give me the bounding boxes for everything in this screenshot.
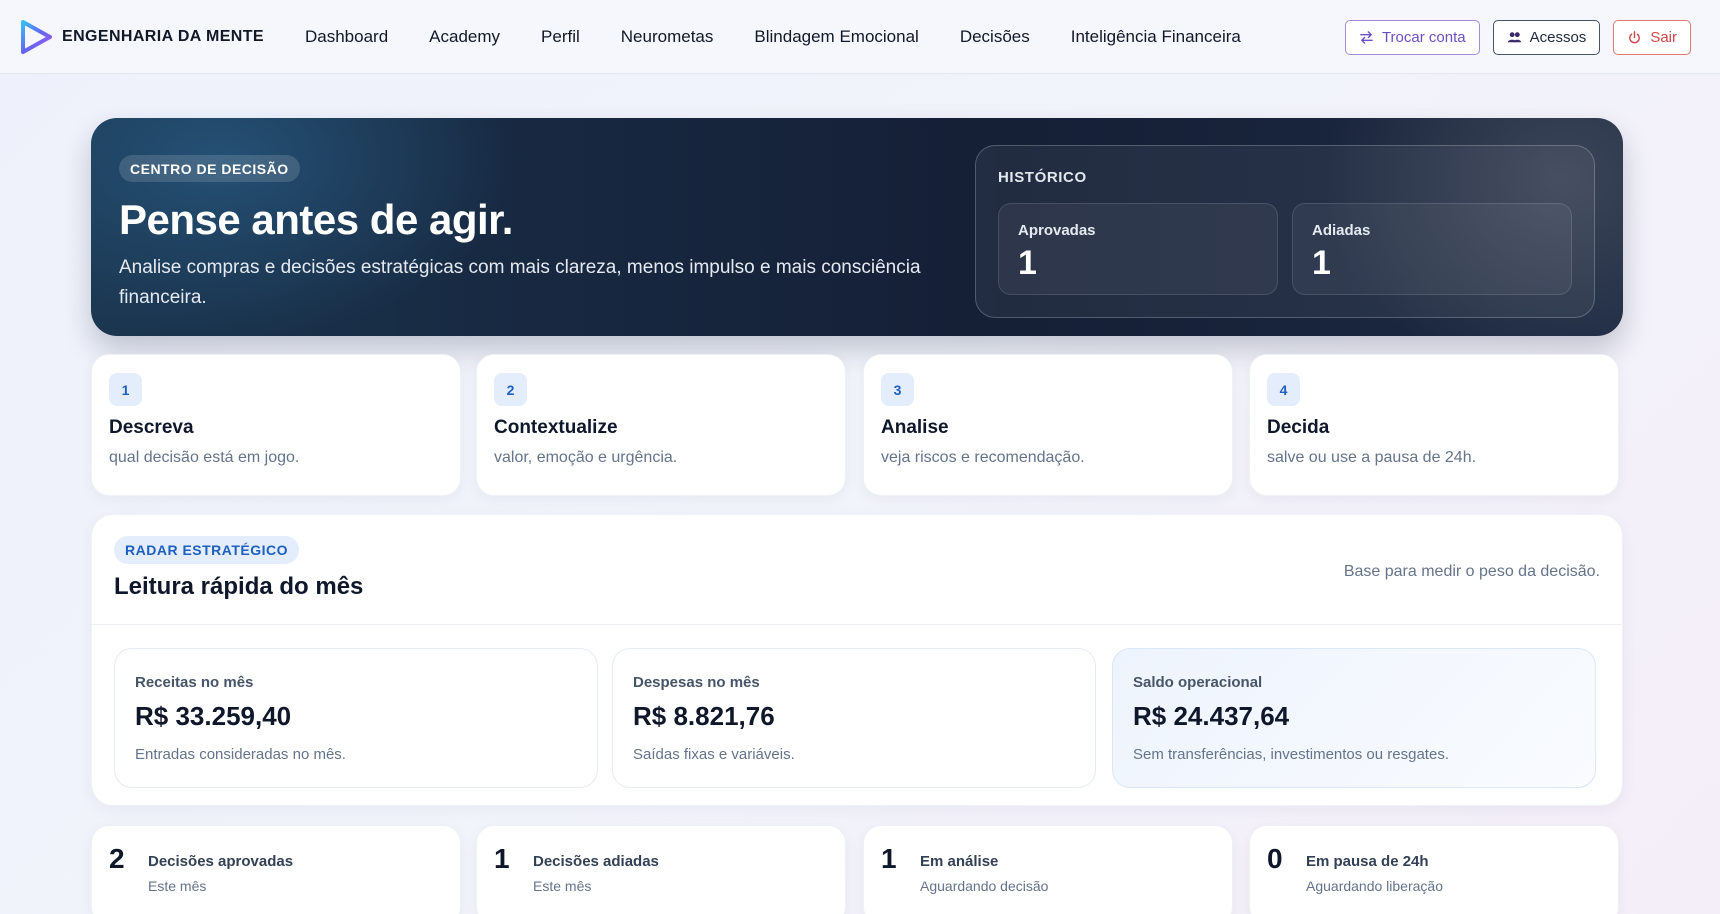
metric-description: Sem transferências, investimentos ou res… (1133, 746, 1449, 763)
stat-number: 1 (881, 843, 897, 874)
metric-value: R$ 33.259,40 (135, 701, 292, 731)
step-title: Analise (881, 417, 949, 438)
hero-title: Pense antes de agir. (119, 196, 513, 243)
metric-card-income: Receitas no mês R$ 33.259,40 Entradas co… (114, 648, 598, 788)
nav-dashboard[interactable]: Dashboard (305, 27, 388, 47)
hero-badge: CENTRO DE DECISÃO (119, 155, 300, 182)
nav-decisoes[interactable]: Decisões (960, 27, 1030, 47)
step-number: 3 (881, 373, 914, 406)
history-approved-label: Aprovadas (1018, 222, 1096, 239)
radar-note: Base para medir o peso da decisão. (1343, 563, 1600, 580)
stat-subtitle: Este mês (533, 878, 592, 894)
strategic-radar: RADAR ESTRATÉGICO Leitura rápida do mês … (91, 514, 1623, 806)
metric-card-expenses: Despesas no mês R$ 8.821,76 Saídas fixas… (612, 648, 1096, 788)
history-approved-value: 1 (1018, 244, 1037, 282)
users-icon (1507, 32, 1521, 43)
step-card: 3 Analise veja riscos e recomendação. (863, 354, 1233, 496)
play-logo-icon (21, 20, 52, 54)
stat-subtitle: Aguardando decisão (920, 878, 1049, 894)
radar-header: RADAR ESTRATÉGICO Leitura rápida do mês … (92, 515, 1622, 625)
power-icon (1629, 31, 1641, 44)
history-postponed-card: Adiadas 1 (1292, 203, 1572, 295)
switch-account-label: Trocar conta (1381, 29, 1466, 46)
step-description: veja riscos e recomendação. (881, 449, 1085, 466)
step-card: 4 Decida salve ou use a pausa de 24h. (1249, 354, 1619, 496)
top-navbar: ENGENHARIA DA MENTE Dashboard Academy Pe… (0, 0, 1720, 74)
swap-icon (1360, 31, 1373, 44)
metric-description: Entradas consideradas no mês. (135, 746, 346, 763)
metric-label: Receitas no mês (135, 674, 254, 691)
brand[interactable]: ENGENHARIA DA MENTE (18, 18, 264, 56)
metric-value: R$ 24.437,64 (1133, 701, 1290, 731)
metric-label: Saldo operacional (1133, 674, 1263, 691)
hero-subtitle: Analise compras e decisões estratégicas … (119, 257, 921, 308)
access-button[interactable]: Acessos (1492, 20, 1601, 55)
logout-button[interactable]: Sair (1613, 20, 1691, 55)
decision-center-hero: CENTRO DE DECISÃO Pense antes de agir. A… (91, 118, 1623, 336)
radar-badge: RADAR ESTRATÉGICO (114, 536, 300, 564)
stat-number: 0 (1267, 843, 1283, 874)
stat-label: Em análise (920, 853, 999, 870)
step-card: 1 Descreva qual decisão está em jogo. (91, 354, 461, 496)
step-title: Decida (1267, 417, 1330, 438)
brand-name: ENGENHARIA DA MENTE (62, 28, 264, 45)
stat-number: 1 (494, 843, 510, 874)
history-label: HISTÓRICO (998, 169, 1087, 186)
nav-academy[interactable]: Academy (429, 27, 500, 47)
step-title: Descreva (109, 417, 194, 438)
main-nav: Dashboard Academy Perfil Neurometas Blin… (305, 0, 1282, 74)
switch-account-button[interactable]: Trocar conta (1344, 20, 1480, 55)
nav-actions: Trocar conta Acessos Sair (1344, 20, 1691, 55)
history-postponed-value: 1 (1312, 244, 1331, 282)
step-title: Contextualize (494, 417, 618, 438)
stat-card-in-analysis: 1 Em análise Aguardando decisão (863, 825, 1233, 914)
nav-perfil[interactable]: Perfil (541, 27, 580, 47)
nav-inteligencia-financeira[interactable]: Inteligência Financeira (1071, 27, 1241, 47)
stat-card-approved: 2 Decisões aprovadas Este mês (91, 825, 461, 914)
nav-neurometas[interactable]: Neurometas (621, 27, 714, 47)
nav-blindagem-emocional[interactable]: Blindagem Emocional (754, 27, 918, 47)
history-approved-card: Aprovadas 1 (998, 203, 1278, 295)
history-panel: HISTÓRICO Aprovadas 1 Adiadas 1 (975, 145, 1595, 318)
step-number: 4 (1267, 373, 1300, 406)
stat-label: Em pausa de 24h (1306, 853, 1429, 870)
step-description: salve ou use a pausa de 24h. (1267, 449, 1477, 466)
metric-card-balance: Saldo operacional R$ 24.437,64 Sem trans… (1112, 648, 1596, 788)
stat-number: 2 (109, 843, 125, 874)
stat-subtitle: Aguardando liberação (1306, 878, 1443, 894)
radar-title: Leitura rápida do mês (114, 573, 364, 600)
step-number: 2 (494, 373, 527, 406)
step-description: valor, emoção e urgência. (494, 449, 678, 466)
logout-label: Sair (1650, 29, 1677, 46)
stat-label: Decisões adiadas (533, 853, 659, 870)
stat-subtitle: Este mês (148, 878, 207, 894)
stat-card-paused: 0 Em pausa de 24h Aguardando liberação (1249, 825, 1619, 914)
stat-card-postponed: 1 Decisões adiadas Este mês (476, 825, 846, 914)
access-label: Acessos (1529, 29, 1587, 46)
metric-label: Despesas no mês (633, 674, 760, 691)
history-postponed-label: Adiadas (1312, 222, 1371, 239)
step-number: 1 (109, 373, 142, 406)
metric-value: R$ 8.821,76 (633, 701, 775, 731)
step-card: 2 Contextualize valor, emoção e urgência… (476, 354, 846, 496)
stat-label: Decisões aprovadas (148, 853, 294, 870)
step-description: qual decisão está em jogo. (109, 449, 300, 466)
metric-description: Saídas fixas e variáveis. (633, 746, 795, 763)
